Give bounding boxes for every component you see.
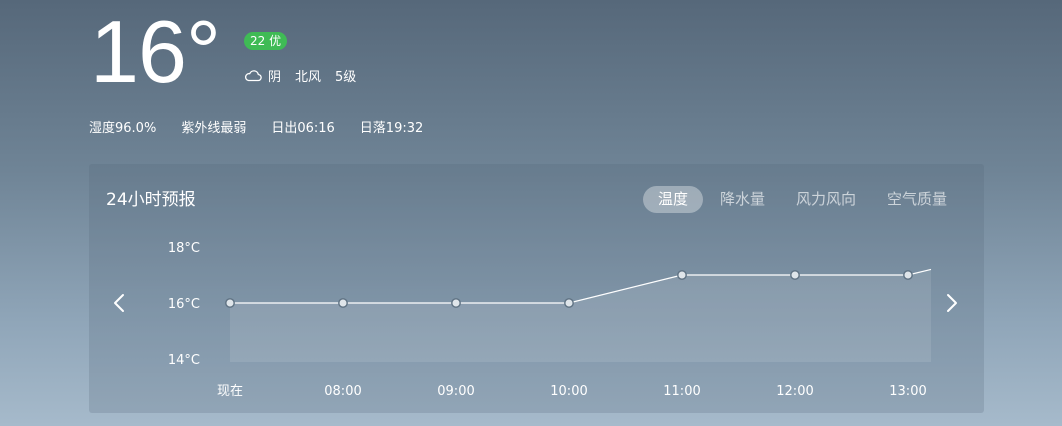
x-tick-label: 08:00 <box>324 384 361 399</box>
temperature-point <box>790 270 800 280</box>
humidity: 湿度96.0% <box>89 121 157 136</box>
y-tick-label: 16°C <box>168 297 200 312</box>
temperature-point <box>564 298 574 308</box>
x-tick-label: 13:00 <box>889 384 926 399</box>
y-tick-label: 14°C <box>168 353 200 368</box>
weather-details: 湿度96.0% 紫外线最弱 日出06:16 日落19:32 <box>89 117 448 136</box>
uv-index: 紫外线最弱 <box>181 121 247 136</box>
temperature-point <box>225 298 235 308</box>
x-tick-label: 11:00 <box>663 384 700 399</box>
sunset: 日落19:32 <box>359 121 424 136</box>
hourly-forecast-panel: 24小时预报 温度 降水量 风力风向 空气质量 18°C 16°C 14°C 现在 08… <box>89 164 984 413</box>
temperature-point <box>338 298 348 308</box>
wind-direction: 北风 <box>295 69 322 85</box>
x-tick-label: 现在 <box>217 384 243 399</box>
x-tick-label: 10:00 <box>550 384 587 399</box>
chevron-right-icon[interactable] <box>942 291 962 315</box>
current-temperature: 16° <box>90 2 221 101</box>
sunrise: 日出06:16 <box>271 121 335 136</box>
chevron-left-icon[interactable] <box>109 291 129 315</box>
y-tick-label: 18°C <box>168 241 200 256</box>
x-tick-label: 09:00 <box>437 384 474 399</box>
x-tick-label: 12:00 <box>776 384 813 399</box>
temperature-area <box>230 269 931 362</box>
cloud-icon <box>245 70 262 82</box>
condition-row: 阴 北风 5级 <box>244 66 357 85</box>
temperature-point <box>451 298 461 308</box>
condition-text: 阴 <box>268 69 282 85</box>
wind-level: 5级 <box>335 69 357 85</box>
temperature-point <box>903 270 913 280</box>
aqi-badge[interactable]: 22 优 <box>244 32 288 50</box>
temperature-point <box>677 270 687 280</box>
temperature-chart: 18°C 16°C 14°C 现在 08:00 09:00 10:00 11:00 12:00 1… <box>168 241 932 399</box>
